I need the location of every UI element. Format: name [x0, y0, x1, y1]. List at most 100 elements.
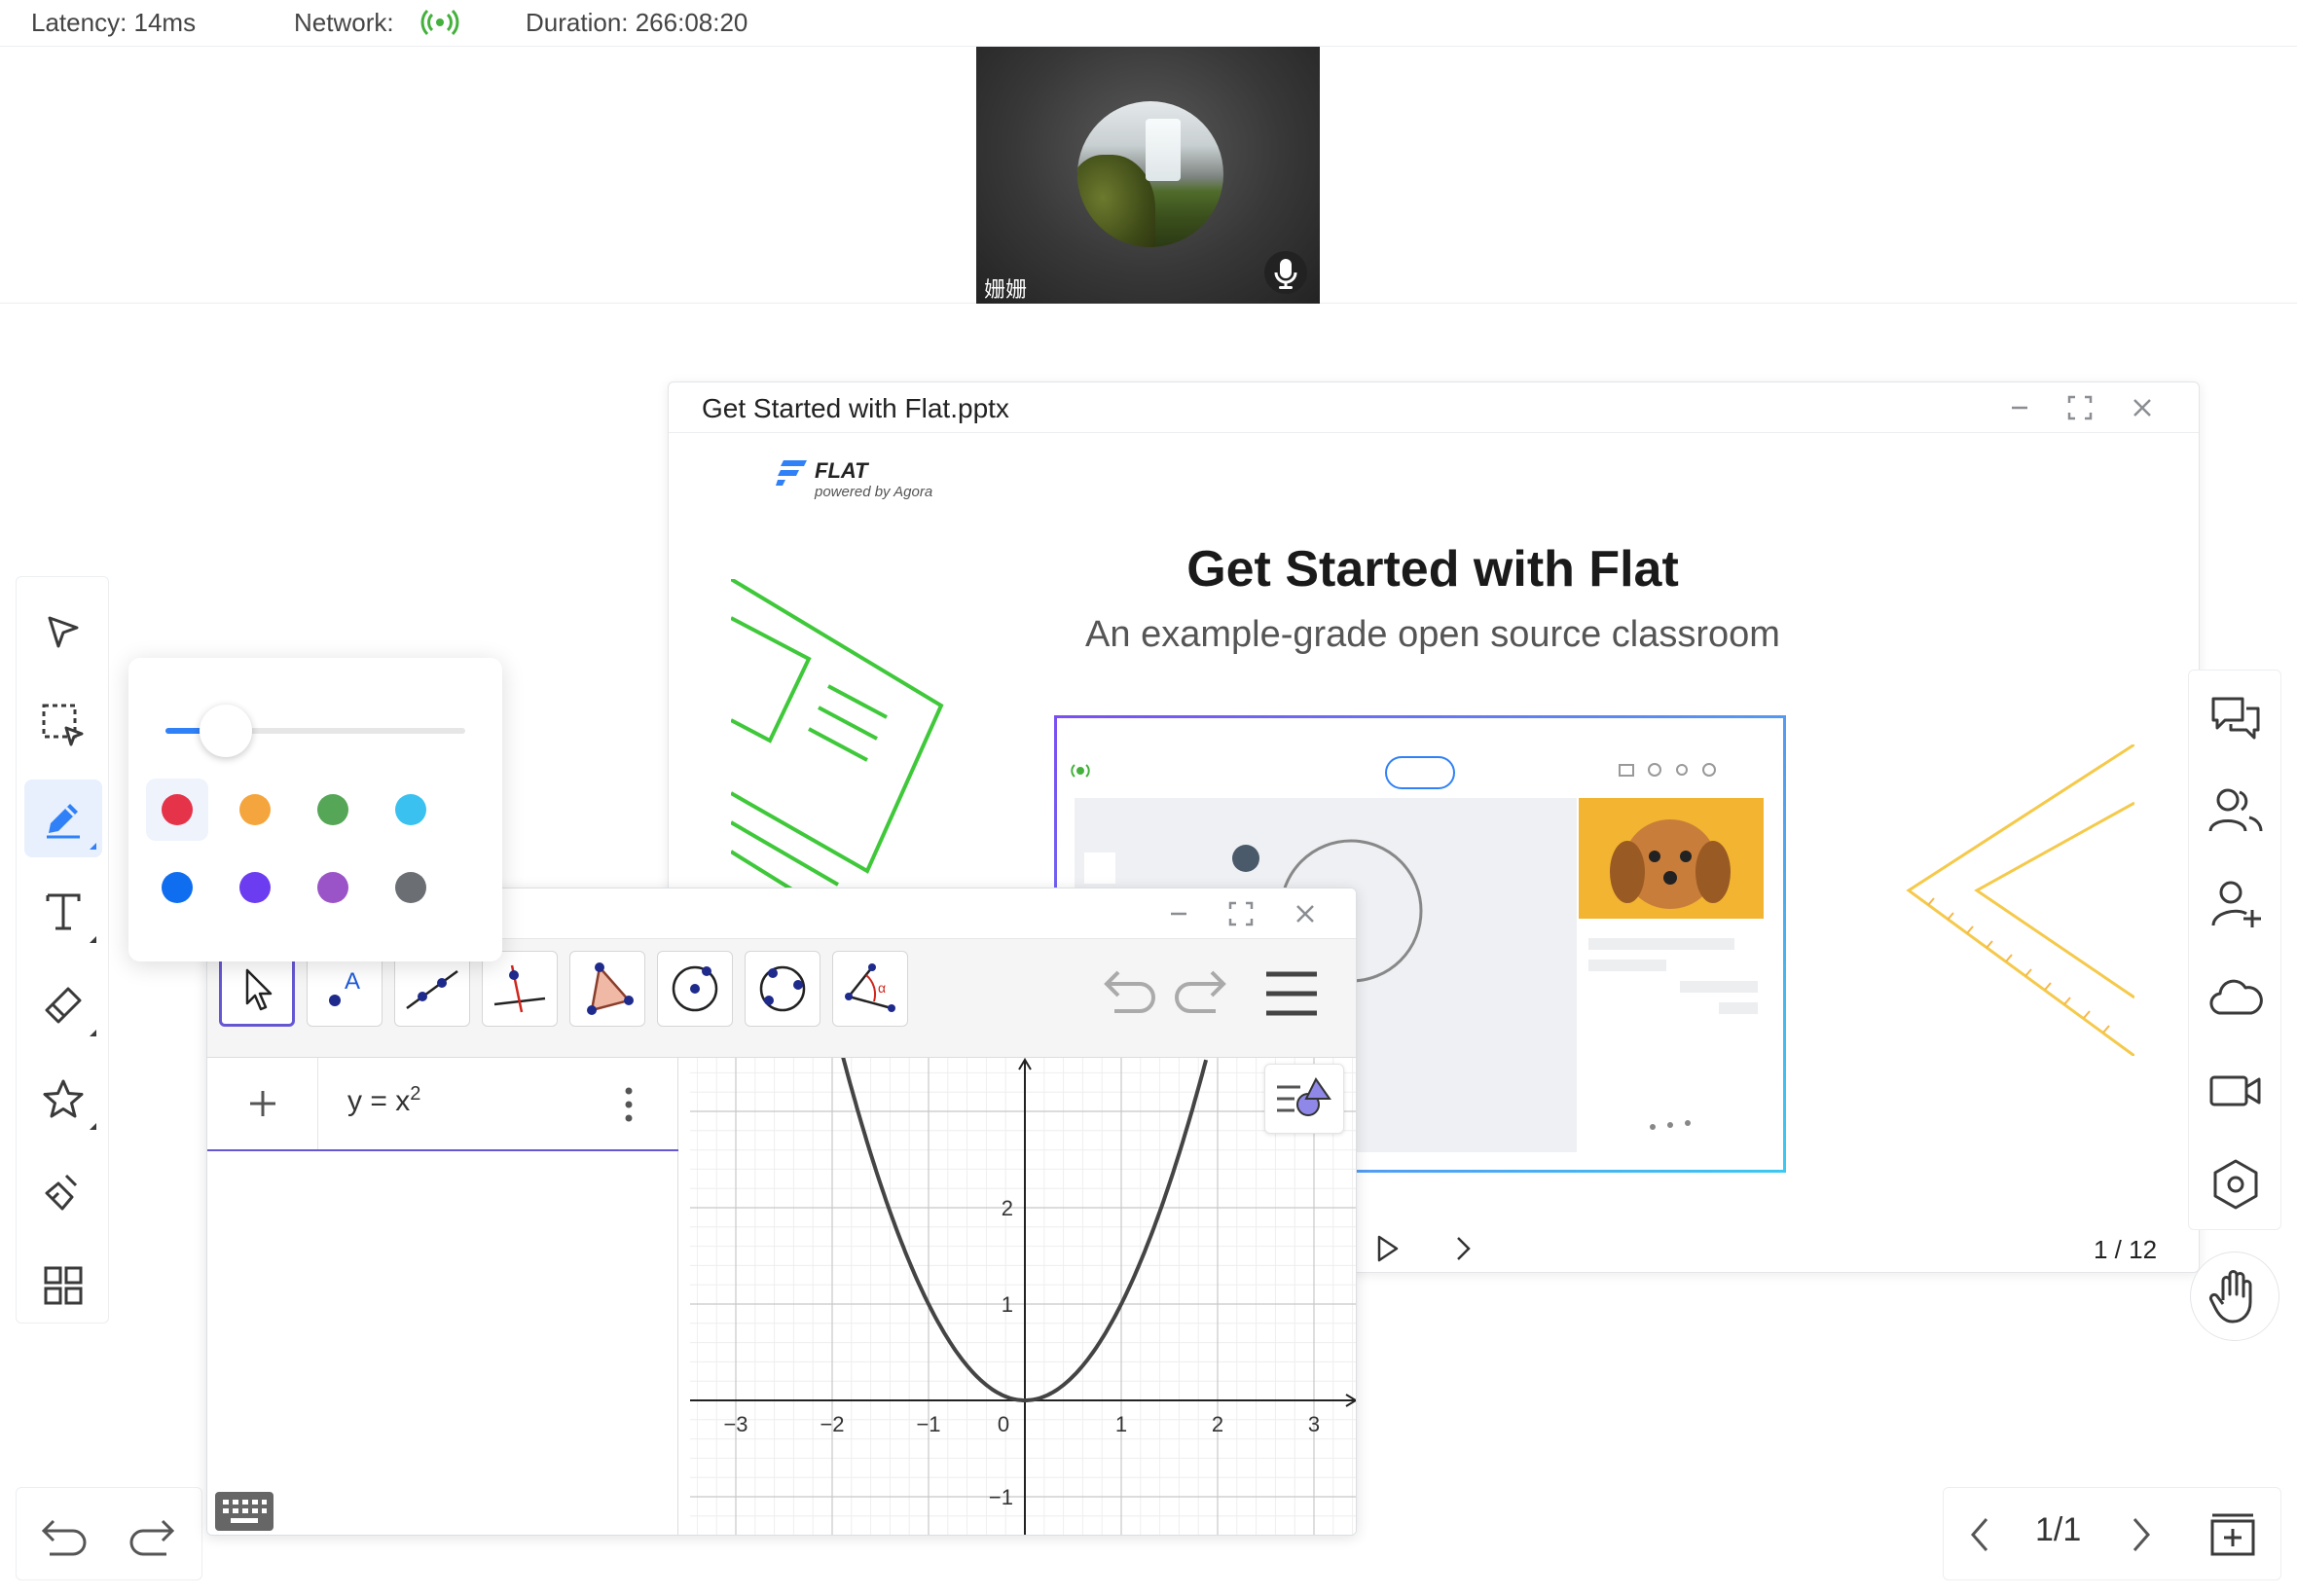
geogebra-maximize-button[interactable]	[1227, 900, 1255, 927]
participant-name: 姗姗	[984, 277, 1028, 302]
color-swatch-dot	[239, 872, 271, 903]
algebra-view: y = x2	[207, 1058, 678, 1535]
minimize-icon	[1165, 900, 1192, 927]
expression-menu-button[interactable]	[624, 1085, 634, 1124]
chevron-right-icon	[2123, 1513, 2158, 1556]
hand-icon	[2206, 1267, 2264, 1325]
expression-exponent: 2	[410, 1083, 421, 1105]
ggb-angle-tool[interactable]: α	[832, 951, 908, 1027]
add-expression-button[interactable]	[207, 1058, 318, 1149]
clear-tool[interactable]	[24, 1153, 102, 1231]
text-icon	[42, 889, 85, 934]
stroke-width-slider-thumb[interactable]	[199, 705, 252, 757]
color-swatch[interactable]	[380, 856, 442, 919]
algebra-expression[interactable]: y = x2	[347, 1083, 420, 1118]
pencil-tool[interactable]	[24, 780, 102, 857]
next-page-button[interactable]	[2123, 1513, 2158, 1556]
ggb-move-tool[interactable]	[219, 951, 295, 1027]
ggb-circle-three-points-tool[interactable]	[745, 951, 820, 1027]
polygon-icon	[580, 961, 635, 1016]
color-swatch-dot	[395, 872, 426, 903]
undo-button[interactable]	[36, 1511, 91, 1558]
text-tool[interactable]	[24, 873, 102, 951]
close-button[interactable]	[2129, 394, 2156, 421]
x-tick-label: 1	[1115, 1412, 1127, 1436]
color-swatch[interactable]	[224, 856, 286, 919]
settings-icon	[2211, 1158, 2260, 1211]
previous-page-button[interactable]	[1963, 1513, 1998, 1556]
minimize-icon	[2006, 394, 2033, 421]
cloud-storage-button[interactable]	[2205, 966, 2267, 1029]
users-icon	[2208, 786, 2263, 835]
right-toolbar	[2188, 670, 2281, 1230]
clear-icon	[41, 1170, 86, 1215]
graphics-view[interactable]: −3−2−1012321−1−2	[690, 1058, 1357, 1536]
algebra-input-row[interactable]: y = x2	[207, 1058, 678, 1151]
video-tile[interactable]: 姗姗	[976, 47, 1320, 304]
chat-button[interactable]	[2205, 686, 2267, 748]
ggb-line-tool[interactable]	[394, 951, 470, 1027]
color-swatch[interactable]	[146, 856, 208, 919]
users-button[interactable]	[2205, 780, 2267, 842]
play-icon	[1371, 1233, 1403, 1264]
latency-text: Latency: 14ms	[31, 8, 197, 37]
color-swatch-dot	[317, 872, 348, 903]
close-icon	[2129, 394, 2156, 421]
geogebra-minimize-button[interactable]	[1165, 900, 1192, 927]
clicker-icon	[39, 701, 88, 749]
ggb-undo-button[interactable]	[1101, 966, 1159, 1019]
pptx-titlebar[interactable]: Get Started with Flat.pptx	[669, 382, 2199, 433]
color-swatch[interactable]	[302, 856, 364, 919]
geogebra-close-button[interactable]	[1292, 900, 1319, 927]
ggb-menu-button[interactable]	[1264, 970, 1319, 1017]
ggb-perpendicular-tool[interactable]	[482, 951, 558, 1027]
selector-tool[interactable]	[24, 593, 102, 671]
coordinate-plane[interactable]: −3−2−1012321−1−2	[690, 1058, 1357, 1536]
ggb-circle-tool[interactable]	[657, 951, 733, 1027]
clicker-tool[interactable]	[24, 686, 102, 764]
angle-icon: α	[843, 961, 897, 1016]
color-swatch[interactable]	[224, 779, 286, 841]
ggb-polygon-tool[interactable]	[569, 951, 645, 1027]
eraser-tool[interactable]	[24, 966, 102, 1044]
avatar	[1077, 101, 1223, 247]
ggb-point-tool[interactable]: A	[307, 951, 383, 1027]
add-page-icon	[2208, 1511, 2257, 1558]
plus-icon	[246, 1087, 279, 1120]
minimize-button[interactable]	[2006, 394, 2033, 421]
more-vertical-icon	[624, 1085, 634, 1124]
camera-button[interactable]	[2205, 1060, 2267, 1122]
keyboard-icon	[215, 1492, 273, 1531]
microphone-icon[interactable]	[1264, 251, 1307, 294]
chevron-right-icon	[1447, 1233, 1478, 1264]
x-tick-label: 0	[998, 1412, 1009, 1436]
color-swatch[interactable]	[146, 779, 208, 841]
raise-hand-button[interactable]	[2190, 1251, 2279, 1341]
keyboard-button[interactable]	[215, 1492, 273, 1531]
shape-tool[interactable]	[24, 1060, 102, 1138]
redo-icon	[1171, 966, 1229, 1019]
color-swatch[interactable]	[380, 779, 442, 841]
svg-text:A: A	[345, 968, 360, 995]
add-page-button[interactable]	[2208, 1511, 2257, 1558]
ggb-redo-button[interactable]	[1171, 966, 1229, 1019]
color-stroke-panel	[128, 658, 502, 961]
settings-button[interactable]	[2205, 1153, 2267, 1215]
geogebra-window[interactable]: A α y = x2 −3−2−1012321−1−2	[206, 888, 1357, 1536]
invite-button[interactable]	[2205, 873, 2267, 935]
color-swatch[interactable]	[302, 779, 364, 841]
y-tick-label: 1	[1002, 1292, 1013, 1317]
undo-icon	[36, 1511, 91, 1558]
page-indicator: 1/1	[2035, 1511, 2082, 1548]
eraser-icon	[41, 983, 86, 1028]
network-label: Network:	[294, 8, 394, 37]
maximize-button[interactable]	[2066, 394, 2094, 421]
color-swatch-dot	[317, 794, 348, 825]
next-slide-button[interactable]	[1447, 1233, 1478, 1264]
apps-tool[interactable]	[24, 1247, 102, 1324]
redo-button[interactable]	[126, 1511, 180, 1558]
style-bar-toggle[interactable]	[1264, 1064, 1344, 1134]
play-button[interactable]	[1371, 1233, 1403, 1264]
hamburger-menu-icon	[1264, 970, 1319, 1017]
logo-subtitle: powered by Agora	[815, 484, 933, 500]
